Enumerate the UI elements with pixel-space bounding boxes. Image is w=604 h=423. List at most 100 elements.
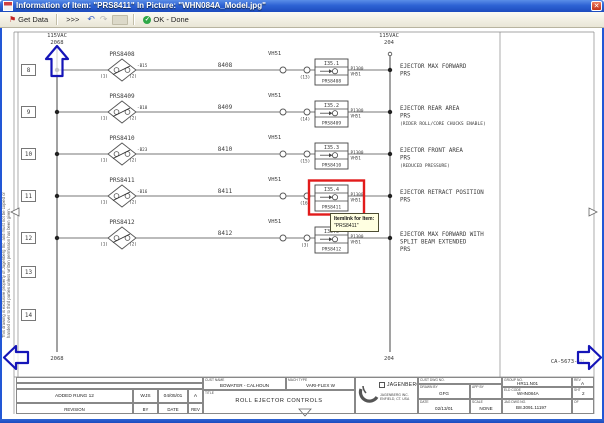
drawing-text: 10 xyxy=(25,151,33,158)
titleblock-mach-type: MACH TYPE VARI-FLEX W xyxy=(286,377,355,390)
terminal-number: (2) xyxy=(129,242,137,248)
titleblock-app-by: APP BY xyxy=(470,384,502,399)
nav-arrow-right[interactable] xyxy=(578,346,601,369)
connector-label: VH51 xyxy=(268,177,281,183)
drawing-text: 12 xyxy=(25,235,33,242)
itemlink-tooltip: Itemlink for Item: "PRS8411" xyxy=(330,213,379,232)
drawing-text: 8 xyxy=(27,67,31,74)
plc-rack-conn: VH51 xyxy=(351,156,362,162)
titleblock-date: DATE 02/13/01 xyxy=(418,399,470,414)
wire-number: 8411 xyxy=(218,188,233,195)
schematic-drawing: 115VAC20682068115VAC204204891011121314PR… xyxy=(0,0,604,423)
plc-input-address: I35.2 xyxy=(324,103,339,109)
right-bus-wire-top: 204 xyxy=(384,40,395,46)
plc-input-box-I35.2[interactable]: I35.2PRS8409 xyxy=(315,101,348,127)
terminal-number: (2) xyxy=(129,74,137,80)
right-bus-wire-bottom: 204 xyxy=(384,356,395,362)
rung-8: PRS8408 (1) (2)-B15 8408 VH51 (13) I35.1PRS840… xyxy=(55,51,467,85)
rung-description: EJECTOR RETRACT POSITION xyxy=(400,190,484,196)
plc-rack: P1300 xyxy=(351,150,364,156)
titleblock-title: TITLE ROLL EJECTOR CONTROLS xyxy=(203,390,355,414)
rung-description: EJECTOR MAX FORWARD xyxy=(400,64,467,70)
revision-date: 04/05/01 xyxy=(158,389,188,403)
rung-description: PRS xyxy=(400,198,411,204)
titleblock-eld-code: ELD CODE WHN084A xyxy=(502,387,572,399)
connector-label: VH51 xyxy=(268,51,281,57)
revision-desc: ADDED RUNG 12 xyxy=(16,389,133,403)
ownership-note: This drawing is exclusive property of Ja… xyxy=(2,180,11,338)
device-bref: -B15 xyxy=(137,63,148,69)
rung-number-11: 11 xyxy=(22,191,36,202)
revision-rev: A xyxy=(188,389,203,403)
plc-input-address: I35.4 xyxy=(324,187,339,193)
device-label: PRS8409 xyxy=(109,93,135,100)
rung-11: PRS8411(1)(2)-B168411VH51(16)I35.4PRS841… xyxy=(55,177,484,215)
connector-label: VH51 xyxy=(268,135,281,141)
plc-rack-conn: VH51 xyxy=(351,198,362,204)
drawing-text: 11 xyxy=(25,193,33,200)
titleblock-rev: REV A xyxy=(572,377,594,387)
left-margin-marker xyxy=(11,208,19,216)
rung-number-9: 9 xyxy=(22,107,36,118)
terminal-number: (2) xyxy=(129,116,137,122)
device-label: PRS8411 xyxy=(109,177,135,184)
titleblock-logo-cell: JAGENBERG JAGENBERG INC. ENFIELD, CT. US… xyxy=(355,377,418,414)
terminal-number: (1) xyxy=(100,74,108,80)
plc-input-box-I35.4[interactable]: I35.4 PRS8411 xyxy=(315,185,348,211)
jagenberg-logo xyxy=(358,383,380,409)
revision-by: WJS xyxy=(133,389,158,403)
terminal-number: (1) xyxy=(100,158,108,164)
rung-description: EJECTOR MAX FORWARD WITH xyxy=(400,232,484,238)
by-header: BY xyxy=(133,403,158,414)
wire-number: 8409 xyxy=(218,104,233,111)
nav-arrow-up[interactable] xyxy=(46,46,68,76)
right-margin-marker xyxy=(589,208,597,216)
rev-header: REV xyxy=(188,403,203,414)
device-bref: -B23 xyxy=(137,147,148,153)
terminal-number: (1) xyxy=(100,116,108,122)
device-bref: -B16 xyxy=(137,189,148,195)
tooltip-line2: "PRS8411" xyxy=(334,223,374,230)
rung-description: EJECTOR FRONT AREA xyxy=(400,148,463,154)
rung-description: PRS xyxy=(400,114,411,120)
rung-description: EJECTOR REAR AREA xyxy=(400,106,460,112)
app-window: Information of Item: "PRS8411" In Pictur… xyxy=(0,0,604,423)
connector-pin: (13) xyxy=(300,75,310,81)
rung-number-13: 13 xyxy=(22,267,36,278)
connector-pin: (15) xyxy=(300,159,310,165)
plc-box-device: PRS8411 xyxy=(322,205,342,211)
rung-number-8: 8 xyxy=(22,65,36,76)
left-bus-voltage: 115VAC xyxy=(47,33,67,39)
titleblock-scale: SCALE NONE xyxy=(470,399,502,414)
wire-number: 8412 xyxy=(218,230,233,237)
rung-description: (RIDER ROLL/CORE CHUCKS ENABLE) xyxy=(400,121,486,127)
plc-rack: P1300 xyxy=(351,66,364,72)
rung-9: PRS8409(1)(2)-B188409VH51(14)I35.2PRS840… xyxy=(55,93,486,127)
terminal-number: (1) xyxy=(100,200,108,206)
plc-rack: P1300 xyxy=(351,108,364,114)
tooltip-line1: Itemlink for Item: xyxy=(334,216,374,223)
titleblock-sht: SHT 2 xyxy=(572,387,594,399)
plc-rack-conn: VH51 xyxy=(351,72,362,78)
rung-description: SPLIT BEAM EXTENDED xyxy=(400,240,467,246)
connector-pin: (14) xyxy=(300,117,310,123)
titleblock-cust-name: CUST NAME BOWATER - CALHOUN xyxy=(203,377,286,390)
rung-12: PRS8412(1)(2)8412VH51(3)I35.5PRS8412P130… xyxy=(55,219,484,253)
plc-input-box-I35.1[interactable]: I35.1PRS8408 xyxy=(315,59,348,85)
rung-number-12: 12 xyxy=(22,233,36,244)
plc-input-box-I35.3[interactable]: I35.3PRS8410 xyxy=(315,143,348,169)
rung-description: PRS xyxy=(400,156,411,162)
device-label: PRS8408 xyxy=(109,51,135,58)
rung-description: PRS xyxy=(400,72,411,78)
drawing-text: 9 xyxy=(27,109,31,116)
rung-number-10: 10 xyxy=(22,149,36,160)
window-border-left xyxy=(0,28,2,419)
plc-rack: P1300 xyxy=(351,234,364,240)
company-address: JAGENBERG INC. ENFIELD, CT. USA xyxy=(380,394,409,402)
rung-description: (REDUCED PRESSURE) xyxy=(400,163,450,169)
wire-number: 8408 xyxy=(218,62,233,69)
nav-arrow-left[interactable] xyxy=(4,346,28,369)
company-name: JAGENBERG xyxy=(387,382,418,388)
terminal-number: (2) xyxy=(129,158,137,164)
titleblock-group: GROUP NO. HR11.N01 xyxy=(502,377,572,387)
